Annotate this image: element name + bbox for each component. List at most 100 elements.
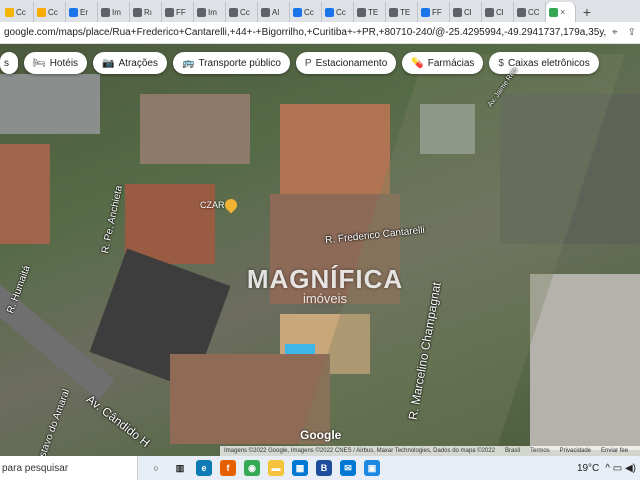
- map-canvas[interactable]: s 🛏 Hotéis 📷 Atrações 🚌 Transporte público P Est…: [0, 44, 640, 456]
- category-chip[interactable]: P Estacionamento: [295, 52, 397, 74]
- category-chip[interactable]: 📷 Atrações: [93, 52, 167, 74]
- tab-label: FF: [176, 7, 186, 17]
- building-block: [140, 94, 250, 164]
- task-view-icon[interactable]: ▥: [172, 460, 188, 476]
- tab-label: Er: [80, 7, 88, 17]
- chip-icon: 🛏: [33, 57, 46, 69]
- tab-label: Rı: [144, 7, 152, 17]
- chip-icon: 📷: [102, 57, 115, 69]
- tab-label: Al: [272, 7, 280, 17]
- tab-label: CC: [528, 7, 540, 17]
- category-chip[interactable]: s: [0, 52, 18, 74]
- browser-tab[interactable]: Er: [66, 2, 98, 22]
- new-tab-button[interactable]: +: [576, 2, 598, 22]
- share-icon[interactable]: ⇪: [628, 27, 636, 38]
- attribution-item[interactable]: Enviar fee: [601, 448, 628, 454]
- browser-tab[interactable]: CC: [514, 2, 546, 22]
- tab-label: Cc: [48, 7, 58, 17]
- map-pin-icon[interactable]: [222, 196, 240, 214]
- url-text[interactable]: google.com/maps/place/Rua+Frederico+Cant…: [4, 27, 606, 38]
- search-circle-icon[interactable]: ○: [148, 460, 164, 476]
- street-label: Gustavo do Amaral: [32, 387, 73, 456]
- category-chip[interactable]: 💊 Farmácias: [402, 52, 484, 74]
- browser-tab[interactable]: Cc: [226, 2, 258, 22]
- browser-tab[interactable]: Rı: [130, 2, 162, 22]
- chip-label: Atrações: [118, 57, 158, 69]
- chip-label: Caixas eletrônicos: [507, 57, 590, 69]
- attribution-item: Imagens ©2022 Google, Imagens ©2022 CNES…: [224, 448, 495, 454]
- close-tab-icon[interactable]: ×: [560, 7, 565, 17]
- tab-label: FF: [432, 7, 442, 17]
- attribution-item[interactable]: Brasil: [505, 448, 520, 454]
- tab-label: Cc: [304, 7, 314, 17]
- tab-favicon-icon: [37, 7, 46, 17]
- attribution-item[interactable]: Termos: [530, 448, 550, 454]
- chip-icon: 🚌: [181, 57, 195, 69]
- taskbar-apps: ○ ▥ e f ◉ ▬ ▦ B ✉ ▣: [148, 460, 380, 476]
- store-icon[interactable]: ▦: [292, 460, 308, 476]
- place-label[interactable]: CZAR: [200, 200, 225, 210]
- chip-label: Estacionamento: [315, 57, 388, 69]
- firefox-icon[interactable]: f: [220, 460, 236, 476]
- building-block: [0, 74, 100, 134]
- browser-tab[interactable]: Al: [258, 2, 290, 22]
- edge-icon[interactable]: e: [196, 460, 212, 476]
- chip-icon: 💊: [411, 57, 424, 69]
- tab-label: Cc: [336, 7, 346, 17]
- tab-favicon-icon: [5, 7, 14, 17]
- browser-tab[interactable]: TE: [386, 2, 418, 22]
- weather-temperature[interactable]: 19°C: [577, 463, 599, 474]
- browser-tab[interactable]: Cc: [322, 2, 354, 22]
- location-icon[interactable]: ⌖: [612, 27, 618, 38]
- photos-icon[interactable]: ▣: [364, 460, 380, 476]
- browser-tab[interactable]: Cc: [290, 2, 322, 22]
- browser-tab[interactable]: FF: [162, 2, 194, 22]
- tab-favicon-icon: [133, 7, 142, 17]
- address-bar[interactable]: google.com/maps/place/Rua+Frederico+Cant…: [0, 22, 640, 44]
- tab-label: TE: [368, 7, 379, 17]
- tab-label: Cl: [464, 7, 472, 17]
- google-logo: Google: [300, 428, 342, 442]
- street-label: Av. Cândido H: [83, 392, 153, 450]
- browser-tab[interactable]: Cc: [34, 2, 66, 22]
- app-b-icon[interactable]: B: [316, 460, 332, 476]
- chip-label: Farmácias: [427, 57, 475, 69]
- tab-favicon-icon: [101, 7, 110, 17]
- tray-icons[interactable]: ^ ▭ ◀): [605, 463, 636, 474]
- tab-favicon-icon: [453, 7, 462, 17]
- tab-label: Im: [208, 7, 217, 17]
- browser-tab-strip: Cc Cc Er Im Rı FF Im Cc Al Cc Cc TE TE FF Cl Cl CC × +: [0, 0, 640, 22]
- mail-icon[interactable]: ✉: [340, 460, 356, 476]
- tab-favicon-icon: [485, 7, 494, 17]
- roof-block: [280, 104, 390, 194]
- browser-tab[interactable]: TE: [354, 2, 386, 22]
- chip-label: Transporte público: [198, 57, 281, 69]
- tab-favicon-icon: [165, 7, 174, 17]
- attribution-item[interactable]: Privacidade: [560, 448, 591, 454]
- category-chip[interactable]: 🛏 Hotéis: [24, 52, 88, 74]
- chip-icon: P: [304, 57, 312, 69]
- tab-favicon-icon: [421, 7, 430, 17]
- browser-tab[interactable]: Im: [194, 2, 226, 22]
- browser-tab[interactable]: FF: [418, 2, 450, 22]
- browser-tab[interactable]: Cc: [2, 2, 34, 22]
- windows-taskbar: para pesquisar ○ ▥ e f ◉ ▬ ▦ B ✉ ▣ 19°C ^ ▭ ◀): [0, 456, 640, 480]
- tab-label: TE: [400, 7, 411, 17]
- map-attribution-bar: Imagens ©2022 Google, Imagens ©2022 CNES…: [220, 446, 640, 456]
- chip-icon: $: [498, 57, 504, 69]
- tab-favicon-icon: [357, 7, 366, 17]
- explorer-icon[interactable]: ▬: [268, 460, 284, 476]
- tab-favicon-icon: [261, 7, 270, 17]
- browser-tab[interactable]: Im: [98, 2, 130, 22]
- chrome-icon[interactable]: ◉: [244, 460, 260, 476]
- browser-tab[interactable]: Cl: [450, 2, 482, 22]
- browser-tab[interactable]: Cl: [482, 2, 514, 22]
- tab-label: Cc: [16, 7, 26, 17]
- browser-tab-active[interactable]: ×: [546, 2, 576, 22]
- category-chip[interactable]: 🚌 Transporte público: [172, 52, 290, 74]
- taskbar-search-box[interactable]: para pesquisar: [0, 456, 138, 480]
- chip-label: Hotéis: [49, 57, 79, 69]
- category-chip[interactable]: $ Caixas eletrônicos: [489, 52, 599, 74]
- watermark-logo: MAGNÍFICA imóveis: [240, 264, 410, 306]
- tab-favicon-icon: [517, 7, 526, 17]
